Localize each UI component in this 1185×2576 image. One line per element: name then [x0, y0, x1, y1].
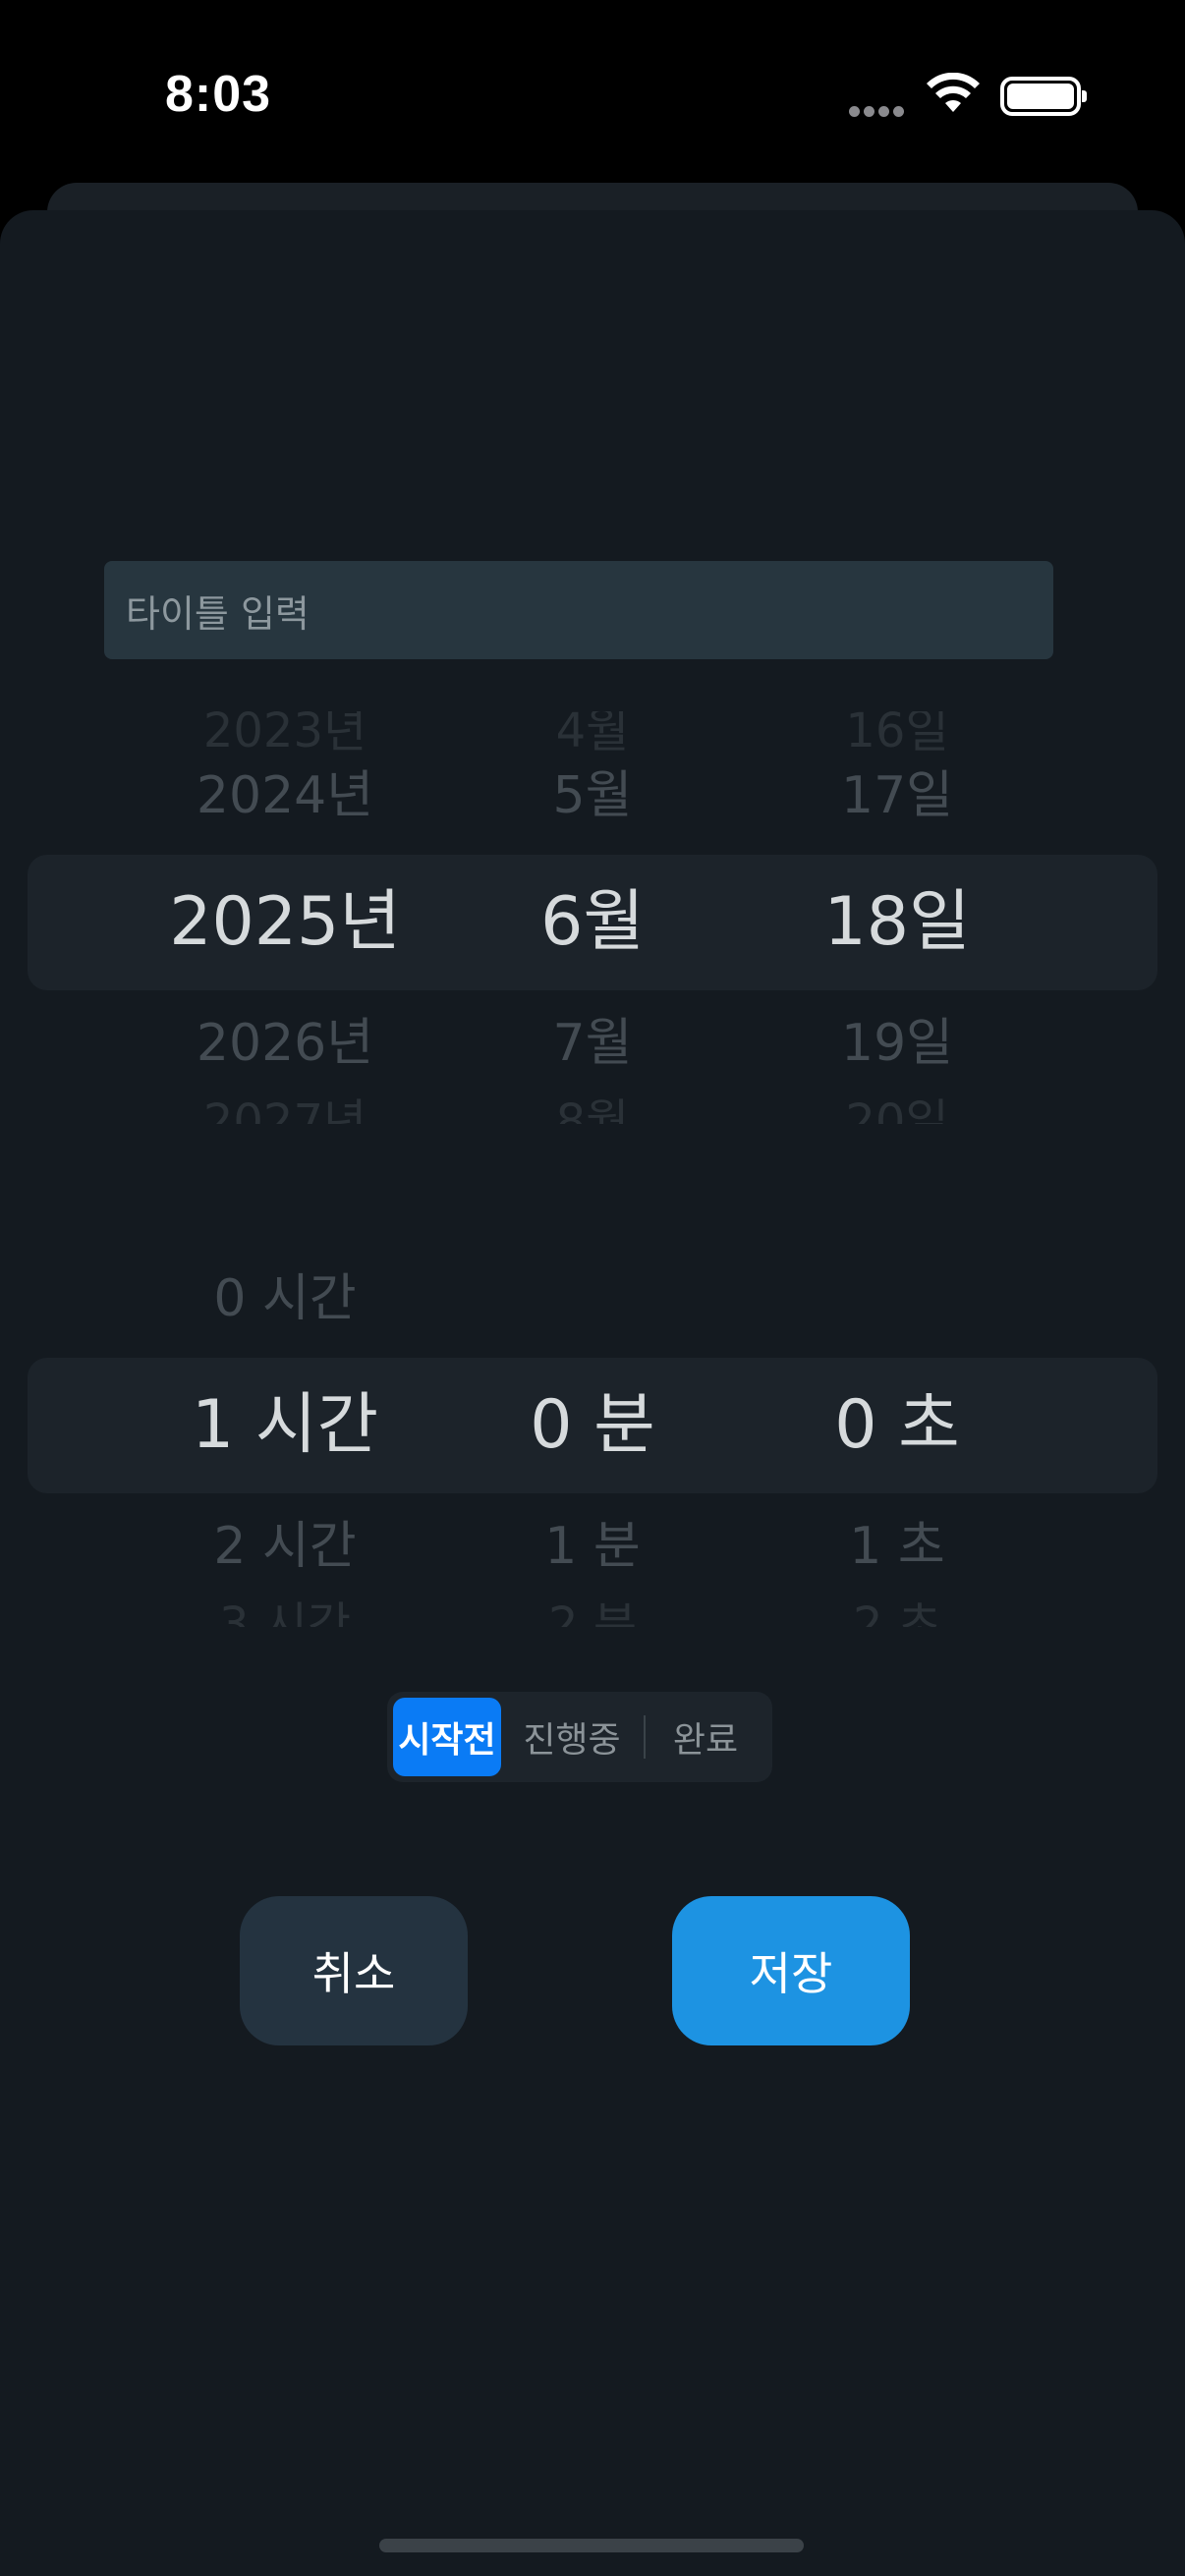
home-indicator[interactable] [379, 2539, 804, 2552]
minutes-option[interactable]: 2 분 [445, 1601, 740, 1627]
day-option[interactable]: 19일 [750, 1014, 1044, 1073]
year-option[interactable]: 2024년 [138, 766, 432, 825]
date-picker-row-above2: 2023년 4월 16일 [0, 711, 1185, 755]
minutes-option[interactable]: 1 분 [445, 1517, 740, 1576]
date-picker-row-selected: 2025년 6월 18일 [0, 883, 1185, 962]
hours-option[interactable]: 3 시간 [138, 1601, 432, 1627]
duration-picker[interactable]: 0 시간 1 시간 0 분 0 초 2 시간 1 분 1 초 3 시간 2 분 … [0, 1214, 1185, 1627]
month-selected[interactable]: 6월 [445, 883, 740, 962]
status-time: 8:03 [165, 66, 272, 123]
segment-not-started[interactable]: 시작전 [393, 1698, 501, 1776]
hours-option[interactable]: 0 시간 [138, 1269, 432, 1328]
date-picker-row-above1: 2024년 5월 17일 [0, 766, 1185, 825]
seconds-selected[interactable]: 0 초 [750, 1386, 1044, 1465]
hours-selected[interactable]: 1 시간 [138, 1386, 432, 1465]
day-option[interactable]: 17일 [750, 766, 1044, 825]
title-input[interactable]: 타이틀 입력 [104, 561, 1053, 659]
duration-picker-row-selected: 1 시간 0 분 0 초 [0, 1386, 1185, 1465]
day-option[interactable]: 16일 [750, 711, 1044, 755]
cellular-signal-icon [849, 102, 908, 117]
date-picker[interactable]: 2023년 4월 16일 2024년 5월 17일 2025년 6월 18일 2… [0, 711, 1185, 1124]
title-input-placeholder: 타이틀 입력 [126, 591, 310, 636]
wifi-icon [927, 73, 980, 112]
year-option[interactable]: 2023년 [138, 711, 432, 755]
month-option[interactable]: 5월 [445, 766, 740, 825]
year-option[interactable]: 2027년 [138, 1098, 432, 1124]
year-option[interactable]: 2026년 [138, 1014, 432, 1073]
duration-picker-row-above1: 0 시간 [0, 1269, 1185, 1328]
month-option[interactable]: 8월 [445, 1098, 740, 1124]
segment-done[interactable]: 완료 [649, 1698, 762, 1776]
duration-picker-row-below1: 2 시간 1 분 1 초 [0, 1517, 1185, 1576]
status-segmented-control: 시작전 진행중 완료 [387, 1692, 772, 1782]
duration-picker-row-below2: 3 시간 2 분 2 초 [0, 1601, 1185, 1627]
month-option[interactable]: 4월 [445, 711, 740, 755]
seconds-option[interactable]: 1 초 [750, 1517, 1044, 1576]
date-picker-row-below1: 2026년 7월 19일 [0, 1014, 1185, 1073]
cancel-button[interactable]: 취소 [240, 1896, 468, 2045]
hours-option[interactable]: 2 시간 [138, 1517, 432, 1576]
save-button[interactable]: 저장 [672, 1896, 910, 2045]
month-option[interactable]: 7월 [445, 1014, 740, 1073]
day-option[interactable]: 20일 [750, 1098, 1044, 1124]
battery-icon [1000, 77, 1087, 116]
segment-divider [644, 1715, 646, 1759]
year-selected[interactable]: 2025년 [138, 883, 432, 962]
date-picker-row-below2: 2027년 8월 20일 [0, 1098, 1185, 1124]
minutes-selected[interactable]: 0 분 [445, 1386, 740, 1465]
seconds-option[interactable]: 2 초 [750, 1601, 1044, 1627]
day-selected[interactable]: 18일 [750, 883, 1044, 962]
screen: 8:03 타이틀 입력 2023년 4월 16일 2024년 5월 17일 20… [0, 0, 1185, 2576]
segment-in-progress[interactable]: 진행중 [513, 1698, 631, 1776]
